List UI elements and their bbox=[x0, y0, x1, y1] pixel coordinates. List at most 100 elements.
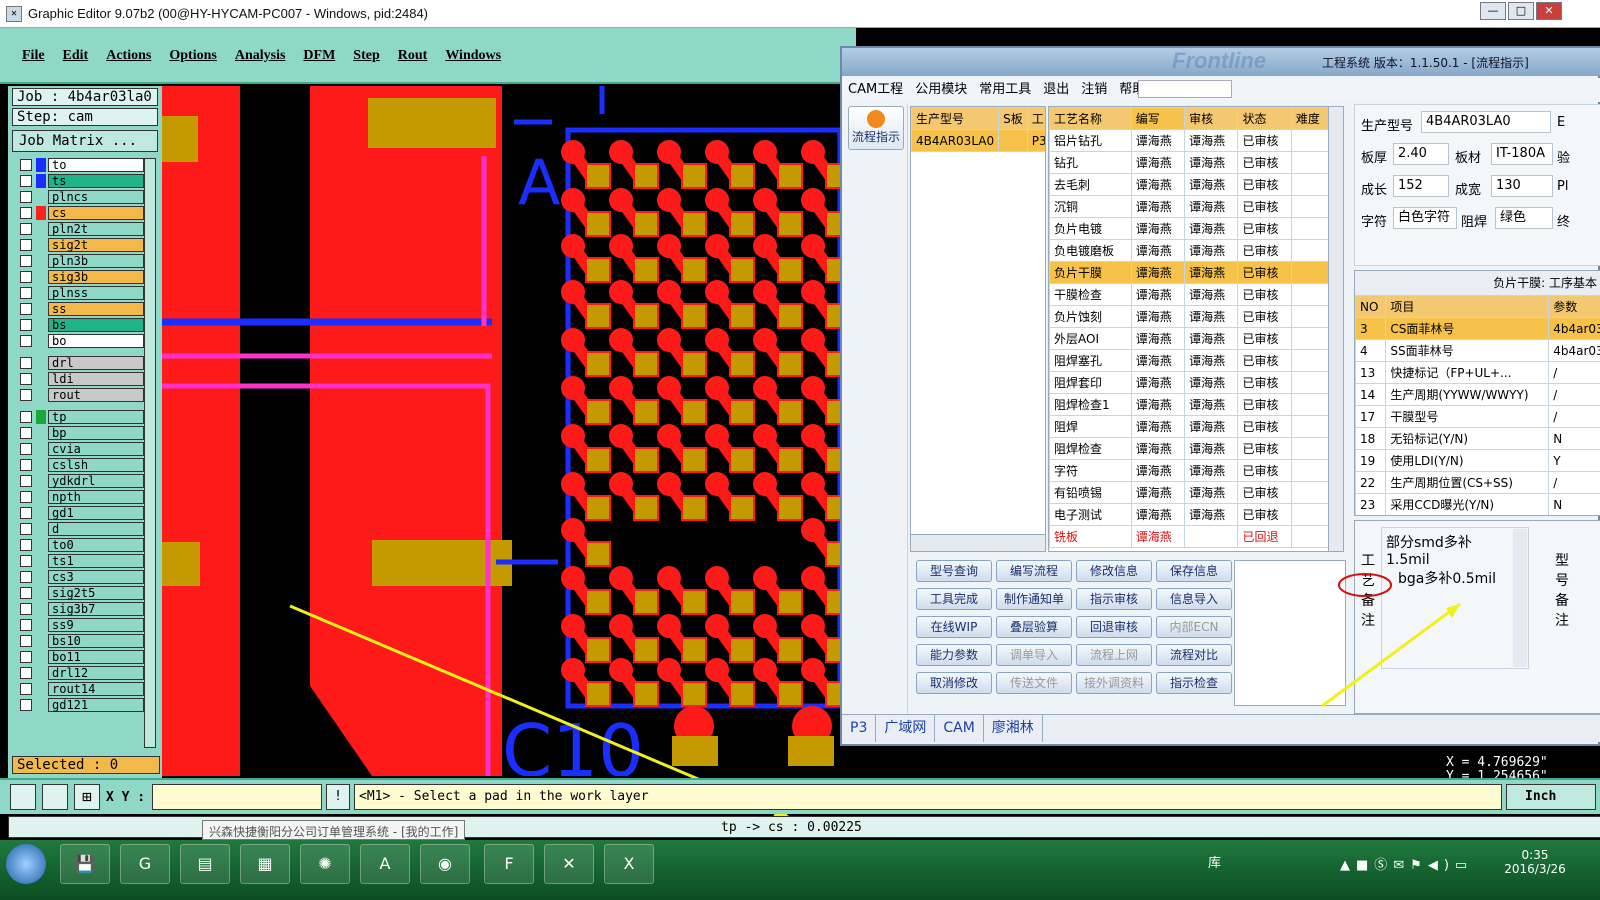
layer-row[interactable]: ss9 bbox=[20, 618, 144, 632]
cam-action-button[interactable]: 接外调资料 bbox=[1076, 672, 1152, 694]
layer-row[interactable]: ldi bbox=[20, 372, 144, 386]
layer-row[interactable]: cvia bbox=[20, 442, 144, 456]
layer-row[interactable]: rout14 bbox=[20, 682, 144, 696]
cam-status-tab[interactable]: 广域网 bbox=[876, 715, 936, 742]
layer-checkbox[interactable] bbox=[20, 651, 32, 663]
menu-item-dfm[interactable]: DFM bbox=[303, 48, 335, 64]
cam-action-button[interactable]: 修改信息 bbox=[1076, 560, 1152, 582]
taskbar-doc-icon[interactable]: A bbox=[360, 844, 410, 884]
table-row[interactable]: 干膜检查 谭海燕 谭海燕 已审核 bbox=[1049, 283, 1332, 306]
table-row[interactable]: 负电镀磨板 谭海燕 谭海燕 已审核 bbox=[1049, 239, 1332, 262]
remark-scrollbar[interactable] bbox=[1513, 529, 1527, 667]
taskbar-notepad-icon[interactable]: ▤ bbox=[180, 844, 230, 884]
cam-action-button[interactable]: 保存信息 bbox=[1156, 560, 1232, 582]
layer-row[interactable]: drl12 bbox=[20, 666, 144, 680]
layer-row[interactable]: rout bbox=[20, 388, 144, 402]
layer-row[interactable]: to bbox=[20, 158, 144, 172]
layer-checkbox[interactable] bbox=[20, 475, 32, 487]
layer-row[interactable]: pln3b bbox=[20, 254, 144, 268]
layer-checkbox[interactable] bbox=[20, 159, 32, 171]
cam-action-button[interactable]: 在线WIP bbox=[916, 616, 992, 638]
layer-checkbox[interactable] bbox=[20, 175, 32, 187]
process-grid[interactable]: 工艺名称 编写 审核 状态 难度 铝片钻孔 谭海燕 谭海燕 已审核 钻孔 谭海燕 谭海燕 已审核 去毛刺谭… bbox=[1048, 106, 1344, 552]
table-row[interactable]: 23 采用CCD曝光(Y/N) N bbox=[1355, 493, 1600, 515]
layer-row[interactable]: pln2t bbox=[20, 222, 144, 236]
table-row[interactable]: 铣板 谭海燕 已回退 bbox=[1049, 525, 1332, 548]
layer-checkbox[interactable] bbox=[20, 191, 32, 203]
layer-row[interactable]: ss bbox=[20, 302, 144, 316]
layer-checkbox[interactable] bbox=[20, 635, 32, 647]
tool-grid-icon[interactable]: ⊞ bbox=[74, 784, 100, 810]
process-remark-text[interactable]: 部分smd多补 1.5mil bga多补0.5mil bbox=[1381, 527, 1529, 669]
table-row[interactable]: 有铅喷锡 谭海燕 谭海燕 已审核 bbox=[1049, 481, 1332, 504]
layer-checkbox[interactable] bbox=[20, 427, 32, 439]
layer-checkbox[interactable] bbox=[20, 335, 32, 347]
layer-checkbox[interactable] bbox=[20, 271, 32, 283]
layer-checkbox[interactable] bbox=[20, 587, 32, 599]
layer-row[interactable]: cslsh bbox=[20, 458, 144, 472]
layer-checkbox[interactable] bbox=[20, 255, 32, 267]
column-header[interactable]: 状态 bbox=[1237, 107, 1292, 130]
layer-row[interactable]: sig3b7 bbox=[20, 602, 144, 616]
cam-menu-item[interactable]: 注销 bbox=[1081, 78, 1107, 102]
cam-action-button[interactable]: 叠层验算 bbox=[996, 616, 1072, 638]
layer-row[interactable]: ydkdrl bbox=[20, 474, 144, 488]
layer-checkbox[interactable] bbox=[20, 373, 32, 385]
cam-action-button[interactable]: 指示检查 bbox=[1156, 672, 1232, 694]
taskbar-calc-icon[interactable]: ▦ bbox=[240, 844, 290, 884]
layer-row[interactable]: gd121 bbox=[20, 698, 144, 712]
layer-row[interactable]: npth bbox=[20, 490, 144, 504]
layer-row[interactable]: bs10 bbox=[20, 634, 144, 648]
xy-input[interactable] bbox=[152, 784, 322, 810]
table-row[interactable]: 沉铜 谭海燕 谭海燕 已审核 bbox=[1049, 195, 1332, 218]
taskbar-save-icon[interactable]: 💾 bbox=[60, 844, 110, 884]
cam-action-button[interactable]: 流程对比 bbox=[1156, 644, 1232, 666]
layer-checkbox[interactable] bbox=[20, 507, 32, 519]
column-header[interactable]: 难度 bbox=[1290, 107, 1332, 130]
menu-item-analysis[interactable]: Analysis bbox=[235, 48, 286, 64]
menu-item-actions[interactable]: Actions bbox=[106, 48, 151, 64]
layer-row[interactable]: bs bbox=[20, 318, 144, 332]
menu-item-rout[interactable]: Rout bbox=[398, 48, 428, 64]
layer-checkbox[interactable] bbox=[20, 571, 32, 583]
cam-action-button[interactable]: 传送文件 bbox=[996, 672, 1072, 694]
cam-action-button[interactable]: 流程上网 bbox=[1076, 644, 1152, 666]
tool-measure-icon[interactable] bbox=[42, 784, 68, 810]
layer-row[interactable]: sig3b bbox=[20, 270, 144, 284]
layer-checkbox[interactable] bbox=[20, 411, 32, 423]
close-button[interactable]: ✕ bbox=[1536, 2, 1562, 20]
cam-action-button[interactable]: 制作通知单 bbox=[996, 588, 1072, 610]
table-row[interactable]: 阻焊检查 谭海燕 谭海燕 已审核 bbox=[1049, 437, 1332, 460]
taskbar-app-icon[interactable]: G bbox=[120, 844, 170, 884]
column-header[interactable]: 工 bbox=[1026, 107, 1045, 130]
layer-checkbox[interactable] bbox=[20, 357, 32, 369]
table-row[interactable]: 4 SS面菲林号 4b4ar03 bbox=[1355, 339, 1600, 362]
start-button[interactable] bbox=[6, 844, 46, 884]
layer-checkbox[interactable] bbox=[20, 207, 32, 219]
column-header[interactable]: 参数 bbox=[1548, 295, 1600, 318]
cam-menu-dropdown[interactable] bbox=[1138, 80, 1232, 98]
table-row[interactable]: 17 干膜型号 / bbox=[1355, 405, 1600, 428]
layer-checkbox[interactable] bbox=[20, 443, 32, 455]
width-field[interactable]: 130 bbox=[1491, 175, 1553, 197]
cam-action-button[interactable]: 取消修改 bbox=[916, 672, 992, 694]
cam-action-button[interactable]: 型号查询 bbox=[916, 560, 992, 582]
table-row[interactable]: 阻焊套印 谭海燕 谭海燕 已审核 bbox=[1049, 371, 1332, 394]
table-row[interactable]: 负片电镀 谭海燕 谭海燕 已审核 bbox=[1049, 217, 1332, 240]
minimize-button[interactable]: — bbox=[1480, 2, 1506, 20]
model-grid-hscroll[interactable] bbox=[910, 534, 1046, 552]
cam-status-tab[interactable]: CAM bbox=[935, 715, 984, 742]
unit-button[interactable]: Inch bbox=[1506, 784, 1596, 810]
menu-item-file[interactable]: File bbox=[22, 48, 45, 64]
taskbar-frontline-icon[interactable]: F bbox=[484, 844, 534, 884]
thickness-field[interactable]: 2.40 bbox=[1393, 143, 1449, 165]
layer-checkbox[interactable] bbox=[20, 683, 32, 695]
layer-checkbox[interactable] bbox=[20, 699, 32, 711]
layer-row[interactable]: plnss bbox=[20, 286, 144, 300]
material-field[interactable]: IT-180A bbox=[1491, 143, 1553, 165]
layer-row[interactable]: ts bbox=[20, 174, 144, 188]
layer-checkbox[interactable] bbox=[20, 539, 32, 551]
table-row[interactable]: 4B4AR03LA0 P3 bbox=[911, 129, 1045, 152]
tray-icons[interactable]: ▲■Ⓢ✉⚑◀)▭ bbox=[1340, 854, 1473, 873]
cam-action-button[interactable]: 指示审核 bbox=[1076, 588, 1152, 610]
